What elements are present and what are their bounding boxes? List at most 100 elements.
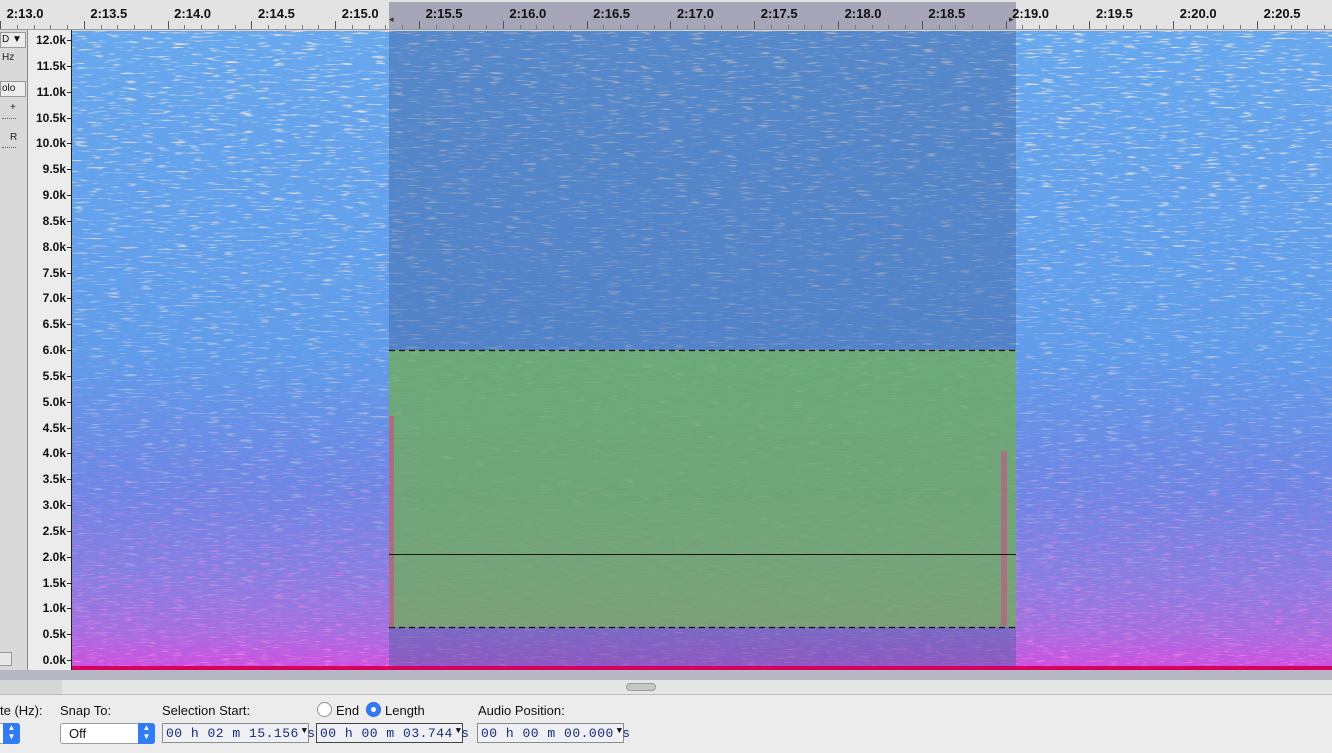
frequency-axis-label: 7.5k (42, 265, 66, 280)
ruler-minor-tick (821, 25, 823, 29)
ruler-minor-tick (787, 25, 789, 29)
ruler-tick-label: 2:15.0 (341, 6, 379, 21)
ruler-minor-tick (1039, 25, 1041, 29)
track-collapse-button[interactable] (0, 652, 12, 666)
audio-position-field[interactable]: 00 h 00 m 00.000 s ▼ (477, 723, 630, 743)
track-resize-grip-icon[interactable] (626, 683, 656, 691)
ruler-minor-tick (16, 25, 18, 29)
solo-button-label: olo (2, 83, 16, 94)
frequency-axis-tick (67, 453, 71, 455)
horizontal-scrollbar[interactable] (0, 670, 1332, 680)
ruler-major-tick (167, 21, 169, 29)
frequency-axis-label: 10.5k (35, 110, 66, 125)
frequency-axis-label: 6.0k (42, 343, 66, 357)
frequency-axis-label: 1.5k (42, 575, 66, 590)
snap-to-stepper-icon[interactable]: ▲ ▼ (138, 723, 155, 744)
ruler-major-tick (838, 21, 839, 29)
snap-to-select[interactable]: Off ▲ ▼ (60, 723, 155, 744)
ruler-minor-tick (905, 25, 907, 29)
frequency-axis-label: 5.5k (42, 368, 66, 383)
frequency-axis-label: 4.5k (42, 420, 66, 435)
ruler-minor-tick (150, 25, 152, 29)
selection-start-format-icon[interactable]: ▼ (302, 726, 307, 736)
frequency-axis-tick (67, 117, 71, 119)
frequency-axis-tick (67, 608, 71, 610)
end-radio[interactable] (317, 702, 332, 717)
frequency-axis-tick (67, 505, 71, 506)
frequency-selection-band[interactable] (389, 350, 1016, 627)
frequency-axis-label: 11.0k (36, 84, 66, 99)
audio-position-value: 00 h 00 m 00.000 s (481, 726, 631, 741)
pan-slider-right[interactable]: R (10, 132, 17, 143)
ruler-minor-tick (988, 25, 990, 29)
project-rate-stepper-icon[interactable]: ▲ ▼ (3, 723, 20, 744)
frequency-axis-label: 5.0k (42, 394, 66, 409)
frequency-axis-label: 1.0k (42, 601, 66, 616)
audacity-window: ◂ ▸ 2:13.0 2:13.5 2:14.0 2:14.5 2:15.0 2:15.5… (0, 0, 1332, 753)
ruler-minor-tick (553, 25, 555, 29)
spectrogram-view[interactable] (72, 31, 1332, 670)
project-rate-combo[interactable]: ▲ ▼ (0, 723, 20, 744)
selection-start-field[interactable]: 00 h 02 m 15.156 s ▼ (162, 723, 315, 743)
gain-slider-plus[interactable]: + (10, 102, 16, 113)
frequency-axis-label: 10.0k (35, 136, 66, 151)
selection-start-marker-icon[interactable]: ◂ (389, 14, 394, 25)
track-menu-label: D ▼ (2, 34, 22, 45)
track-menu-dropdown[interactable]: D ▼ (0, 32, 26, 48)
length-field[interactable]: 00 h 00 m 03.744 s ▼ (316, 723, 469, 743)
ruler-minor-tick (134, 25, 136, 29)
ruler-minor-tick (486, 25, 488, 29)
gain-slider[interactable] (2, 118, 16, 120)
ruler-minor-tick (955, 25, 957, 29)
spectrogram-canvas (72, 31, 1332, 670)
frequency-axis-tick (67, 427, 71, 429)
ruler-major-tick (921, 21, 923, 29)
length-radio-label[interactable]: Length (385, 703, 425, 718)
length-radio[interactable] (366, 702, 381, 717)
length-format-icon[interactable]: ▼ (456, 726, 461, 736)
timeline-ruler[interactable]: ◂ ▸ 2:13.0 2:13.5 2:14.0 2:14.5 2:15.0 2:15.5… (0, 0, 1332, 30)
ruler-minor-tick (888, 25, 890, 29)
ruler-minor-tick (687, 25, 689, 29)
end-radio-label[interactable]: End (336, 703, 359, 718)
ruler-tick-label: 2:13.0 (6, 6, 44, 21)
solo-button[interactable]: olo (0, 81, 26, 97)
ruler-major-tick (754, 21, 756, 29)
ruler-minor-tick (720, 25, 722, 29)
ruler-tick-label: 2:19.5 (1095, 6, 1133, 21)
ruler-minor-tick (268, 25, 270, 29)
ruler-minor-tick (737, 25, 739, 29)
ruler-tick-label: 2:13.5 (90, 6, 128, 21)
ruler-tick-label: 2:14.0 (174, 6, 212, 21)
ruler-minor-tick (469, 25, 471, 29)
pan-slider[interactable] (2, 147, 16, 149)
ruler-minor-tick (1290, 25, 1292, 29)
ruler-major-tick (83, 21, 85, 29)
frequency-axis-label: 11.5k (36, 58, 66, 73)
frequency-axis-label: 6.5k (42, 317, 66, 332)
ruler-minor-tick (201, 25, 203, 29)
frequency-axis-tick (67, 634, 71, 636)
frequency-axis-label: 9.5k (42, 162, 66, 177)
frequency-axis-label: 0.5k (42, 627, 66, 642)
ruler-minor-tick (301, 25, 303, 29)
audio-position-format-icon[interactable]: ▼ (617, 726, 622, 736)
ruler-minor-tick (1156, 25, 1158, 29)
frequency-axis-tick (67, 272, 71, 274)
ruler-minor-tick (452, 25, 454, 29)
ruler-major-tick (0, 21, 1, 29)
frequency-axis-tick (67, 401, 71, 403)
ruler-tick-label: 2:20.0 (1179, 6, 1217, 21)
frequency-axis-label: 0.0k (42, 653, 66, 667)
ruler-minor-tick (1106, 25, 1108, 29)
ruler-tick-label: 2:20.5 (1263, 6, 1301, 21)
frequency-axis-tick (67, 324, 71, 326)
ruler-minor-tick (435, 25, 437, 29)
track-control-panel: D ▼ Hz olo + R (0, 30, 28, 670)
ruler-minor-tick (938, 25, 940, 29)
frequency-axis[interactable]: 12.0k 11.5k 11.0k 10.5k 10.0k 9.5k 9.0k 8.5k 8.0… (28, 30, 72, 670)
right-edge-energy (1001, 451, 1007, 626)
ruler-minor-tick (569, 25, 571, 29)
frequency-axis-tick (67, 169, 71, 171)
ruler-minor-tick (854, 25, 856, 29)
